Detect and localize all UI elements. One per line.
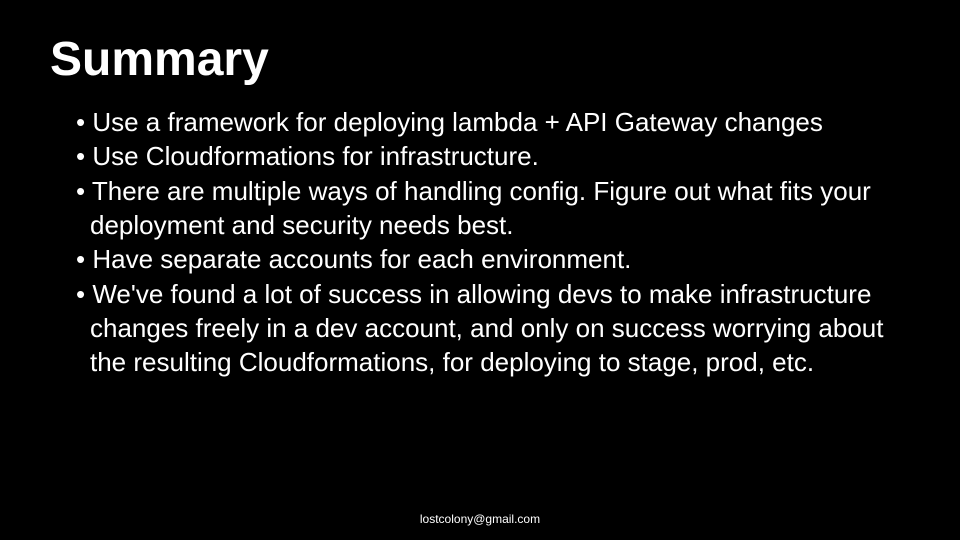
list-item: Use a framework for deploying lambda + A… bbox=[64, 105, 910, 139]
list-item: Have separate accounts for each environm… bbox=[64, 242, 910, 276]
slide-title: Summary bbox=[50, 32, 910, 87]
list-item: Use Cloudformations for infrastructure. bbox=[64, 139, 910, 173]
bullet-list: Use a framework for deploying lambda + A… bbox=[50, 105, 910, 380]
slide: Summary Use a framework for deploying la… bbox=[0, 0, 960, 540]
list-item: There are multiple ways of handling conf… bbox=[64, 174, 910, 243]
footer-email: lostcolony@gmail.com bbox=[0, 512, 960, 526]
list-item: We've found a lot of success in allowing… bbox=[64, 277, 910, 380]
